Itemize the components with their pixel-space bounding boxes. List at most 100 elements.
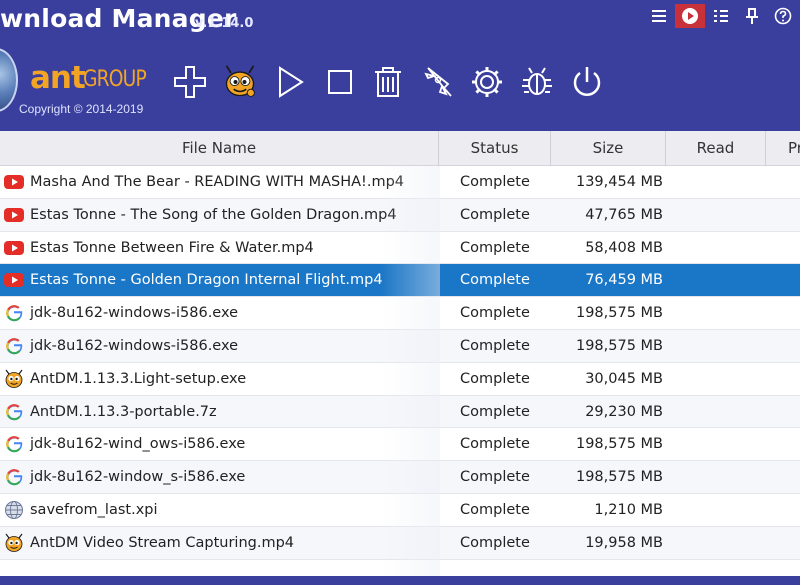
help-button[interactable] bbox=[768, 4, 798, 28]
ant-mascot-button[interactable] bbox=[220, 62, 260, 102]
file-status: Complete bbox=[460, 206, 530, 223]
file-name: Masha And The Bear - READING WITH MASHA!… bbox=[30, 174, 405, 190]
file-status: Complete bbox=[460, 469, 530, 486]
file-size: 19,958 MB bbox=[585, 534, 663, 551]
file-status: Complete bbox=[460, 305, 530, 322]
table-row[interactable]: jdk-8u162-windows-i586.exe Complete 198,… bbox=[0, 329, 800, 363]
youtube-icon bbox=[3, 205, 25, 225]
start-button[interactable] bbox=[270, 62, 310, 102]
column-header-pr[interactable]: Pr bbox=[766, 131, 800, 166]
file-status: Complete bbox=[460, 436, 530, 453]
file-status: Complete bbox=[460, 272, 530, 289]
copyright-text: Copyright © 2014-2019 bbox=[19, 102, 144, 116]
ant-mascot-icon bbox=[3, 369, 25, 389]
file-name: Estas Tonne - Golden Dragon Internal Fli… bbox=[30, 272, 383, 289]
table-row[interactable]: jdk-8u162-window_s-i586.exe Complete 198… bbox=[0, 461, 800, 494]
column-header-file-name[interactable]: File Name bbox=[0, 131, 439, 166]
table-row[interactable]: savefrom_last.xpi Complete 1,210 MB bbox=[0, 493, 800, 527]
plus-icon bbox=[174, 66, 206, 98]
table-row[interactable]: Estas Tonne Between Fire & Water.mp4 Com… bbox=[0, 231, 800, 265]
table-row-selected[interactable]: Estas Tonne - Golden Dragon Internal Fli… bbox=[0, 264, 800, 298]
stop-button[interactable] bbox=[320, 62, 360, 102]
file-size: 198,575 MB bbox=[575, 436, 663, 453]
debug-button[interactable] bbox=[517, 62, 557, 102]
help-icon bbox=[774, 7, 792, 25]
youtube-icon bbox=[3, 172, 25, 192]
column-header-read[interactable]: Read bbox=[666, 131, 766, 166]
globe-icon bbox=[3, 500, 25, 520]
add-download-button[interactable] bbox=[170, 62, 210, 102]
file-name: jdk-8u162-windows-i586.exe bbox=[30, 305, 239, 322]
google-icon bbox=[3, 467, 25, 487]
download-list: Masha And The Bear - READING WITH MASHA!… bbox=[0, 166, 800, 560]
video-capture-button[interactable] bbox=[675, 4, 705, 28]
app-version: v.1.14.0 bbox=[195, 16, 254, 31]
youtube-icon bbox=[3, 270, 25, 290]
table-row[interactable]: Estas Tonne - The Song of the Golden Dra… bbox=[0, 198, 800, 232]
ant-group-logo: ant GROUP bbox=[30, 60, 147, 99]
logo-ant-text: ant bbox=[30, 60, 86, 96]
google-icon bbox=[3, 402, 25, 422]
file-size: 198,575 MB bbox=[575, 305, 663, 322]
table-header: File Name Status Size Read Pr bbox=[0, 131, 800, 166]
ant-mascot-icon bbox=[3, 533, 25, 553]
file-size: 29,230 MB bbox=[585, 403, 663, 420]
trash-icon bbox=[375, 67, 401, 97]
google-icon bbox=[3, 303, 25, 323]
file-status: Complete bbox=[460, 239, 530, 256]
file-name: jdk-8u162-windows-i586.exe bbox=[30, 337, 239, 354]
table-row[interactable]: AntDM Video Stream Capturing.mp4 Complet… bbox=[0, 526, 800, 560]
delete-button[interactable] bbox=[368, 62, 408, 102]
youtube-icon bbox=[3, 238, 25, 258]
table-row[interactable]: jdk-8u162-windows-i586.exe Complete 198,… bbox=[0, 297, 800, 330]
file-status: Complete bbox=[460, 370, 530, 387]
globe-logo-icon bbox=[0, 48, 18, 112]
file-status: Complete bbox=[460, 534, 530, 551]
file-size: 1,210 MB bbox=[594, 501, 663, 518]
pin-button[interactable] bbox=[737, 4, 767, 28]
rocket-icon bbox=[424, 67, 452, 97]
file-status: Complete bbox=[460, 501, 530, 518]
google-icon bbox=[3, 336, 25, 356]
stop-icon bbox=[328, 70, 352, 94]
file-size: 139,454 MB bbox=[575, 174, 663, 190]
settings-button[interactable] bbox=[467, 62, 507, 102]
file-name: AntDM Video Stream Capturing.mp4 bbox=[30, 534, 295, 551]
file-size: 58,408 MB bbox=[585, 239, 663, 256]
file-status: Complete bbox=[460, 403, 530, 420]
file-name: AntDM.1.13.3-portable.7z bbox=[30, 403, 217, 420]
gear-icon bbox=[472, 67, 502, 97]
file-name: jdk-8u162-window_s-i586.exe bbox=[30, 469, 246, 486]
file-size: 30,045 MB bbox=[585, 370, 663, 387]
file-name: Estas Tonne Between Fire & Water.mp4 bbox=[30, 239, 314, 256]
google-icon bbox=[3, 434, 25, 454]
power-icon bbox=[573, 67, 601, 96]
menu-button[interactable] bbox=[644, 4, 674, 28]
table-row[interactable]: AntDM.1.13.3-portable.7z Complete 29,230… bbox=[0, 395, 800, 429]
app-header: wnload Manager v.1.14.0 ant GROUP Copyri… bbox=[0, 0, 800, 131]
menu-icon bbox=[652, 10, 666, 22]
bug-icon bbox=[522, 67, 552, 95]
logo-group-text: GROUP bbox=[83, 67, 147, 92]
file-status: Complete bbox=[460, 174, 530, 190]
file-size: 76,459 MB bbox=[585, 272, 663, 289]
speed-boost-button[interactable] bbox=[418, 62, 458, 102]
power-button[interactable] bbox=[567, 62, 607, 102]
table-row[interactable]: jdk-8u162-wind_ows-i586.exe Complete 198… bbox=[0, 428, 800, 462]
status-bar bbox=[0, 576, 800, 585]
file-size: 47,765 MB bbox=[585, 206, 663, 223]
file-name: AntDM.1.13.3.Light-setup.exe bbox=[30, 370, 247, 387]
table-row[interactable]: AntDM.1.13.3.Light-setup.exe Complete 30… bbox=[0, 362, 800, 396]
file-size: 198,575 MB bbox=[575, 337, 663, 354]
view-options-button[interactable] bbox=[706, 4, 736, 28]
file-size: 198,575 MB bbox=[575, 469, 663, 486]
play-icon bbox=[279, 66, 304, 98]
column-header-status[interactable]: Status bbox=[439, 131, 551, 166]
column-header-size[interactable]: Size bbox=[551, 131, 666, 166]
file-status: Complete bbox=[460, 337, 530, 354]
file-name: jdk-8u162-wind_ows-i586.exe bbox=[30, 436, 246, 453]
ant-mascot-icon bbox=[225, 65, 255, 97]
file-name: savefrom_last.xpi bbox=[30, 501, 158, 518]
table-row[interactable]: Masha And The Bear - READING WITH MASHA!… bbox=[0, 166, 800, 199]
file-name: Estas Tonne - The Song of the Golden Dra… bbox=[30, 206, 397, 223]
